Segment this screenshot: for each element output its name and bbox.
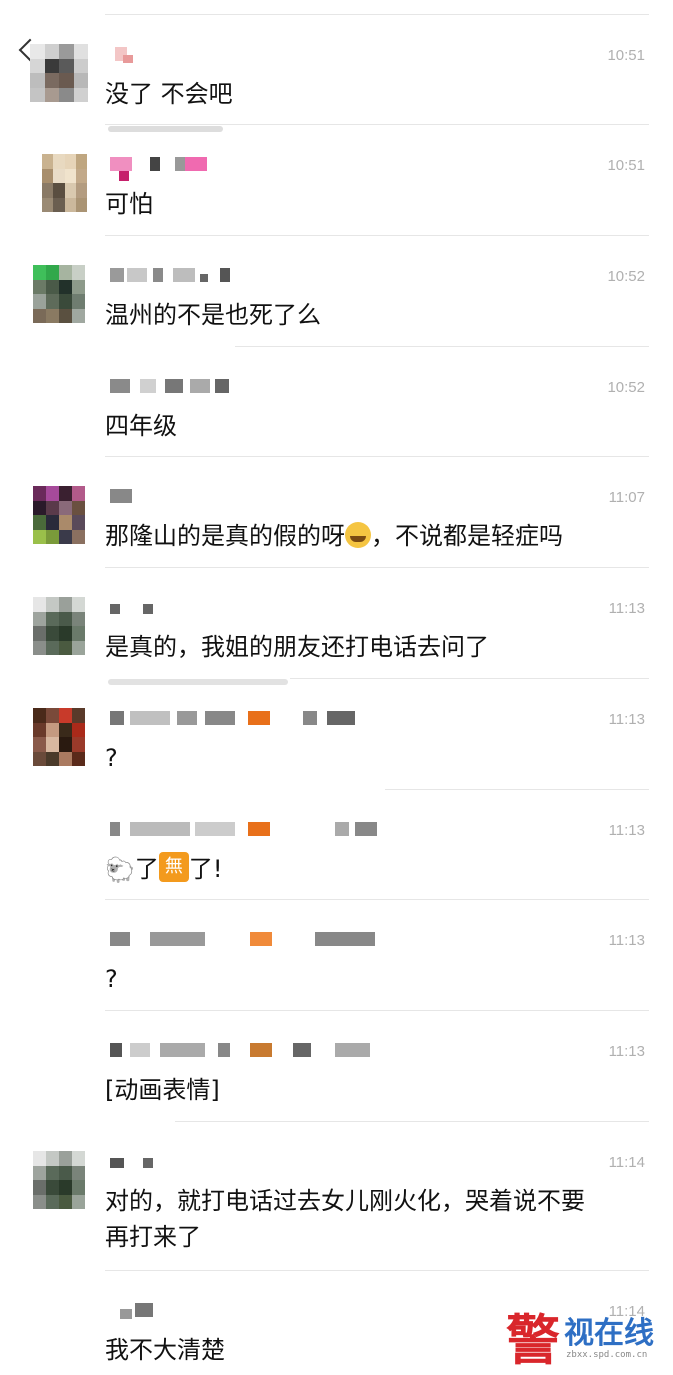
message-text: 温州的不是也死了么: [105, 301, 321, 329]
divider: [105, 899, 649, 900]
sender-name-mosaic: [105, 379, 405, 395]
message-text: 那隆山的是真的假的呀 ，不说都是轻症吗: [105, 518, 643, 554]
message-row[interactable]: 11:14 对的，就打电话过去女儿刚火化，哭着说不要 再打来了: [0, 1121, 673, 1271]
message-row[interactable]: 11:13 [动画表情]: [0, 1010, 673, 1120]
message-time: 11:07: [608, 489, 645, 506]
message-time: 11:13: [608, 932, 645, 949]
divider: [105, 1010, 649, 1011]
avatar[interactable]: [33, 1151, 85, 1209]
message-text: 对的，就打电话过去女儿刚火化，哭着说不要 再打来了: [105, 1187, 585, 1251]
sender-name-mosaic: [105, 822, 405, 838]
message-text: 四年级: [105, 412, 177, 440]
sender-name-mosaic: [105, 157, 405, 181]
divider: [290, 678, 649, 679]
message-text-part: ，不说都是轻症吗: [371, 522, 563, 550]
divider: [385, 789, 649, 790]
divider: [105, 567, 649, 568]
divider: [105, 124, 649, 125]
sheep-icon: 🐑: [105, 856, 135, 884]
message-row[interactable]: 11:13 ?: [0, 899, 673, 1009]
sender-name-mosaic: [105, 47, 405, 63]
watermark-logo: 警 视在线 zbxx.spd.com.cn: [506, 1296, 661, 1372]
message-row[interactable]: 11:07 那隆山的是真的假的呀 ，不说都是轻症吗: [0, 456, 673, 566]
avatar[interactable]: [33, 597, 85, 655]
message-time: 10:51: [607, 47, 645, 64]
message-time: 10:52: [607, 268, 645, 285]
message-time: 10:51: [607, 157, 645, 174]
watermark-url: zbxx.spd.com.cn: [566, 1350, 648, 1360]
avatar[interactable]: [30, 44, 88, 102]
sender-name-mosaic: [105, 1154, 405, 1170]
message-row[interactable]: 10:51 可怕: [0, 124, 673, 234]
divider: [105, 14, 649, 15]
sender-name-mosaic: [105, 600, 405, 616]
message-text: 可怕: [105, 190, 153, 218]
wu-badge-icon: 無: [158, 852, 189, 882]
message-text: 是真的，我姐的朋友还打电话去问了: [105, 633, 489, 661]
watermark-char: 警: [506, 1308, 560, 1372]
avatar[interactable]: [42, 154, 87, 212]
message-time: 11:13: [608, 600, 645, 617]
message-time: 10:52: [607, 379, 645, 396]
message-text: ?: [105, 965, 118, 993]
divider: [235, 346, 649, 347]
sender-name-mosaic: [105, 1303, 405, 1319]
message-row[interactable]: 11:13 ?: [0, 678, 673, 788]
message-text: 没了 不会吧: [105, 80, 233, 108]
avatar[interactable]: [33, 265, 85, 323]
message-row[interactable]: 10:52 四年级: [0, 346, 673, 456]
divider: [105, 1270, 649, 1271]
message-row[interactable]: 10:52 温州的不是也死了么: [0, 235, 673, 345]
divider: [105, 235, 649, 236]
avatar[interactable]: [33, 486, 85, 544]
avatar[interactable]: [33, 708, 85, 766]
divider: [105, 456, 649, 457]
message-time: 11:13: [608, 822, 645, 839]
sender-name-mosaic: [105, 932, 405, 948]
message-row[interactable]: 11:13 是真的，我姐的朋友还打电话去问了: [0, 567, 673, 677]
message-text-part: 了: [134, 855, 159, 883]
message-text: [动画表情]: [105, 1076, 220, 1104]
message-text: ?: [105, 744, 118, 772]
message-time: 11:13: [608, 1043, 645, 1060]
divider: [175, 1121, 649, 1122]
message-row[interactable]: 10:51 没了 不会吧: [0, 14, 673, 124]
message-row[interactable]: 11:13 🐑了無了!: [0, 789, 673, 899]
message-text: 🐑了無了!: [105, 851, 643, 888]
sender-name-mosaic: [105, 489, 405, 505]
tears-of-joy-icon: [345, 522, 371, 548]
sender-name-mosaic: [105, 1043, 405, 1059]
message-time: 11:13: [608, 711, 645, 728]
message-text-part: 那隆山的是真的假的呀: [105, 522, 345, 550]
message-time: 11:14: [608, 1154, 645, 1171]
sender-name-mosaic: [105, 268, 405, 284]
watermark-text: 视在线: [564, 1316, 654, 1351]
sender-name-mosaic: [105, 711, 405, 727]
chat-message-list[interactable]: 10:51 没了 不会吧 10:51 可怕 10:52 温州的不是也死了么 10…: [0, 0, 673, 1372]
message-text-part: 了!: [188, 855, 223, 883]
